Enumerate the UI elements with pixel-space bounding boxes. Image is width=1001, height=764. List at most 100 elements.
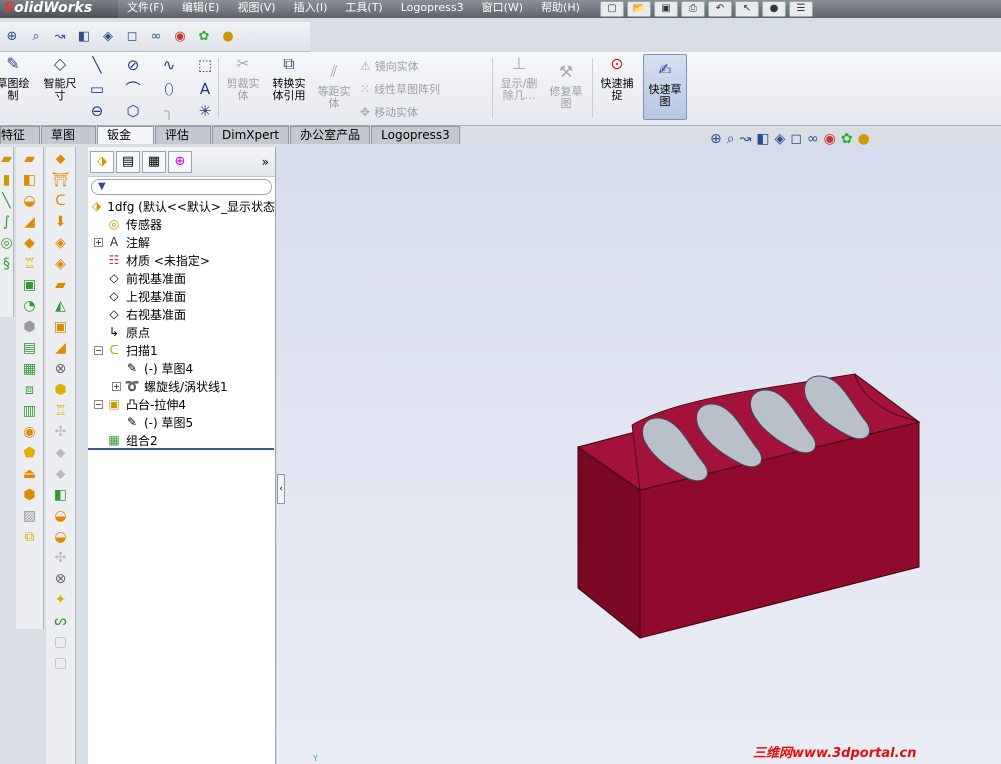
move-entities-button[interactable]: ✥ 移动实体 <box>360 104 418 120</box>
zoom-area-icon[interactable]: ⌕ <box>727 131 735 147</box>
dome-icon[interactable]: ◉ <box>19 423 41 441</box>
loft-icon[interactable]: ◢ <box>19 213 41 231</box>
tool-icon[interactable]: ∫ <box>1 213 13 231</box>
panel-splitter-handle[interactable]: ‹ <box>277 474 285 504</box>
scene-icon[interactable]: ✿ <box>841 131 853 147</box>
tool-icon[interactable]: ᔕ <box>50 612 72 630</box>
save-icon[interactable]: ▣ <box>654 1 678 17</box>
chamfer-icon[interactable]: ⬢ <box>19 318 41 336</box>
view-orientation-icon[interactable]: ◈ <box>98 28 118 46</box>
zoom-fit-icon[interactable]: ⊕ <box>710 131 722 147</box>
pattern-icon[interactable]: ⧈ <box>19 381 41 399</box>
mirror-entities-button[interactable]: ⚠ 镜向实体 <box>360 58 419 74</box>
rectangle-tool-icon[interactable]: ▭ <box>88 80 106 98</box>
section-view-icon[interactable]: ◧ <box>756 131 769 147</box>
tab-evaluate[interactable]: 评估 <box>155 126 211 144</box>
tool-icon[interactable]: ⬥ <box>50 150 72 168</box>
tab-logopress[interactable]: Logopress3 <box>371 126 460 144</box>
previous-view-icon[interactable]: ↝ <box>740 131 752 147</box>
tool-icon[interactable]: ◒ <box>50 528 72 546</box>
tree-item[interactable]: ◇ 右视基准面 <box>88 305 275 323</box>
hide-show-icon[interactable]: ∞ <box>146 28 166 46</box>
section-view-icon[interactable]: ◧ <box>74 28 94 46</box>
intersect-icon[interactable]: ⏏ <box>19 465 41 483</box>
tool-icon[interactable]: ⊗ <box>50 570 72 588</box>
tool-icon[interactable]: ♖ <box>50 402 72 420</box>
rebuild-icon[interactable]: ● <box>762 1 786 17</box>
tool-icon[interactable]: ▮ <box>1 171 13 189</box>
zoom-area-icon[interactable]: ⌕ <box>26 28 46 46</box>
extrude-boss-icon[interactable]: ▰ <box>19 150 41 168</box>
quick-snaps-button[interactable]: ⊙ 快速捕 捉 <box>596 56 638 102</box>
move-body-icon[interactable]: ⧉ <box>19 528 41 546</box>
draft-icon[interactable]: ▤ <box>19 339 41 357</box>
polygon-tool-icon[interactable]: ⬡ <box>124 102 142 120</box>
tool-icon[interactable]: ⬥ <box>50 444 72 462</box>
menu-window[interactable]: 窗口(W) <box>473 0 532 18</box>
display-style-icon[interactable]: ◻ <box>790 131 802 147</box>
fillet-tool-icon[interactable]: ╮ <box>160 102 178 120</box>
tool-icon[interactable]: ◧ <box>50 486 72 504</box>
tab-office-products[interactable]: 办公室产品 <box>290 126 371 144</box>
fillet-icon[interactable]: ◔ <box>19 297 41 315</box>
appearance-icon[interactable]: ◉ <box>824 131 836 147</box>
rapid-sketch-button[interactable]: ✍ 快速草 图 <box>643 62 687 108</box>
ellipse-tool-icon[interactable]: ⬯ <box>160 80 178 98</box>
tool-icon[interactable]: ⊗ <box>50 360 72 378</box>
select-pointer-icon[interactable]: ↖ <box>735 1 759 17</box>
wrap-icon[interactable]: ⬟ <box>19 444 41 462</box>
tool-icon[interactable]: ◭ <box>50 297 72 315</box>
realview-icon[interactable]: ● <box>218 28 238 46</box>
text-tool-icon[interactable]: A <box>196 80 214 98</box>
slot-tool-icon[interactable]: ⊖ <box>88 102 106 120</box>
menu-help[interactable]: 帮助(H) <box>532 0 589 18</box>
tree-item[interactable]: ↳ 原点 <box>88 323 275 341</box>
tool-icon[interactable]: ᑕ <box>50 192 72 210</box>
undo-icon[interactable]: ↶ <box>708 1 732 17</box>
menu-view[interactable]: 视图(V) <box>228 0 284 18</box>
menu-file[interactable]: 文件(F) <box>118 0 173 18</box>
convert-entities-button[interactable]: ⧉ 转换实 体引用 <box>267 56 311 102</box>
boundary-icon[interactable]: ◆ <box>19 234 41 252</box>
display-delete-relations-button[interactable]: ⊥ 显示/删 除几... <box>496 56 542 102</box>
shell-icon[interactable]: ▣ <box>19 276 41 294</box>
rib-icon[interactable]: ♖ <box>19 255 41 273</box>
tree-root[interactable]: ⬗ 1dfg (默认<<默认>_显示状态 <box>88 197 275 215</box>
tool-icon[interactable]: ◎ <box>1 234 13 252</box>
tool-icon[interactable]: ⬇ <box>50 213 72 231</box>
tool-icon[interactable]: ✣ <box>50 423 72 441</box>
menu-tools[interactable]: 工具(T) <box>336 0 391 18</box>
scene-icon[interactable]: ✿ <box>194 28 214 46</box>
tree-item[interactable]: ◇ 前视基准面 <box>88 269 275 287</box>
tree-item[interactable]: − ▣ 凸台-拉伸4 <box>88 395 275 413</box>
tool-icon[interactable]: ◈ <box>50 234 72 252</box>
rollback-bar[interactable] <box>88 448 274 450</box>
tree-item[interactable]: ◎ 传感器 <box>88 215 275 233</box>
tool-icon[interactable]: ╲ <box>1 192 13 210</box>
menu-edit[interactable]: 编辑(E) <box>173 0 229 18</box>
options-icon[interactable]: ☰ <box>789 1 813 17</box>
zoom-fit-icon[interactable]: ⊕ <box>2 28 22 46</box>
revolve-icon[interactable]: ◧ <box>19 171 41 189</box>
tool-icon[interactable]: ▰ <box>50 276 72 294</box>
sweep-icon[interactable]: ◒ <box>19 192 41 210</box>
point-grid-icon[interactable]: ⬚ <box>196 56 214 74</box>
line-tool-icon[interactable]: ╲ <box>88 56 106 74</box>
property-manager-tab-icon[interactable]: ▤ <box>116 150 140 173</box>
tree-item[interactable]: ◇ 上视基准面 <box>88 287 275 305</box>
new-document-icon[interactable]: ▢ <box>600 1 624 17</box>
smart-dimension-button[interactable]: ◇ 智能尺 寸 <box>40 56 80 102</box>
linear-pattern-button[interactable]: ⁙ 线性草图阵列 <box>360 81 440 97</box>
trim-entities-button[interactable]: ✂ 剪裁实 体 <box>222 56 264 102</box>
tree-item[interactable]: ☷ 材质 <未指定> <box>88 251 275 269</box>
tool-icon[interactable]: ◒ <box>50 507 72 525</box>
print-icon[interactable]: ⎙ <box>681 1 705 17</box>
display-style-icon[interactable]: ◻ <box>122 28 142 46</box>
open-folder-icon[interactable]: 📂 <box>627 1 651 17</box>
tree-expander[interactable]: − <box>94 399 103 409</box>
tool-icon[interactable]: ✦ <box>50 591 72 609</box>
tool-icon[interactable]: ⬥ <box>50 465 72 483</box>
tree-item[interactable]: ✎ (-) 草图4 <box>88 359 275 377</box>
tree-item[interactable]: ▦ 组合2 <box>88 431 275 449</box>
hole-icon[interactable]: ▦ <box>19 360 41 378</box>
